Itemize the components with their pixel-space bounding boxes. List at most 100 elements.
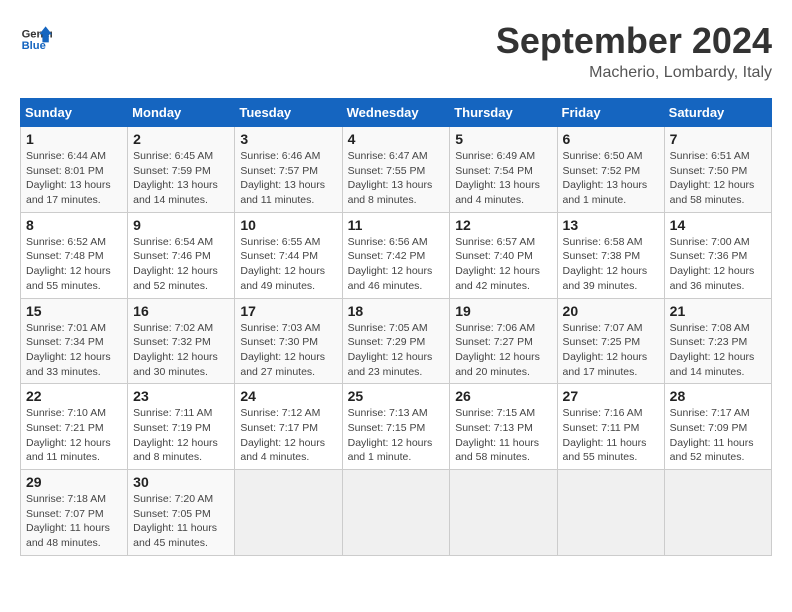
day-cell: 13 Sunrise: 6:58 AM Sunset: 7:38 PM Dayl… [557,212,664,298]
day-number: 29 [26,474,122,490]
day-cell: 20 Sunrise: 7:07 AM Sunset: 7:25 PM Dayl… [557,298,664,384]
day-number: 5 [455,131,551,147]
day-cell: 26 Sunrise: 7:15 AM Sunset: 7:13 PM Dayl… [450,384,557,470]
day-cell: 1 Sunrise: 6:44 AM Sunset: 8:01 PM Dayli… [21,127,128,213]
day-info: Sunrise: 7:15 AM Sunset: 7:13 PM Dayligh… [455,406,551,465]
day-cell: 4 Sunrise: 6:47 AM Sunset: 7:55 PM Dayli… [342,127,450,213]
day-info: Sunrise: 6:49 AM Sunset: 7:54 PM Dayligh… [455,149,551,208]
day-number: 24 [240,388,336,404]
col-wednesday: Wednesday [342,99,450,127]
day-cell: 29 Sunrise: 7:18 AM Sunset: 7:07 PM Dayl… [21,470,128,556]
day-info: Sunrise: 7:06 AM Sunset: 7:27 PM Dayligh… [455,321,551,380]
day-cell: 30 Sunrise: 7:20 AM Sunset: 7:05 PM Dayl… [128,470,235,556]
day-info: Sunrise: 6:46 AM Sunset: 7:57 PM Dayligh… [240,149,336,208]
page-header: General Blue September 2024 Macherio, Lo… [20,20,772,82]
day-number: 23 [133,388,229,404]
day-cell: 12 Sunrise: 6:57 AM Sunset: 7:40 PM Dayl… [450,212,557,298]
day-info: Sunrise: 7:16 AM Sunset: 7:11 PM Dayligh… [563,406,659,465]
calendar-row: 8 Sunrise: 6:52 AM Sunset: 7:48 PM Dayli… [21,212,772,298]
day-info: Sunrise: 7:18 AM Sunset: 7:07 PM Dayligh… [26,492,122,551]
col-friday: Friday [557,99,664,127]
day-number: 3 [240,131,336,147]
day-cell: 15 Sunrise: 7:01 AM Sunset: 7:34 PM Dayl… [21,298,128,384]
day-cell: 28 Sunrise: 7:17 AM Sunset: 7:09 PM Dayl… [664,384,771,470]
day-cell: 3 Sunrise: 6:46 AM Sunset: 7:57 PM Dayli… [235,127,342,213]
day-info: Sunrise: 7:13 AM Sunset: 7:15 PM Dayligh… [348,406,445,465]
day-number: 11 [348,217,445,233]
day-number: 30 [133,474,229,490]
day-info: Sunrise: 6:45 AM Sunset: 7:59 PM Dayligh… [133,149,229,208]
day-info: Sunrise: 7:00 AM Sunset: 7:36 PM Dayligh… [670,235,766,294]
day-cell: 5 Sunrise: 6:49 AM Sunset: 7:54 PM Dayli… [450,127,557,213]
day-cell: 6 Sunrise: 6:50 AM Sunset: 7:52 PM Dayli… [557,127,664,213]
day-number: 6 [563,131,659,147]
day-cell: 11 Sunrise: 6:56 AM Sunset: 7:42 PM Dayl… [342,212,450,298]
col-sunday: Sunday [21,99,128,127]
logo: General Blue [20,20,52,52]
day-info: Sunrise: 7:03 AM Sunset: 7:30 PM Dayligh… [240,321,336,380]
day-number: 8 [26,217,122,233]
day-number: 21 [670,303,766,319]
day-number: 28 [670,388,766,404]
day-info: Sunrise: 7:01 AM Sunset: 7:34 PM Dayligh… [26,321,122,380]
empty-cell [342,470,450,556]
empty-cell [235,470,342,556]
day-number: 1 [26,131,122,147]
empty-cell [664,470,771,556]
day-cell: 7 Sunrise: 6:51 AM Sunset: 7:50 PM Dayli… [664,127,771,213]
day-cell: 21 Sunrise: 7:08 AM Sunset: 7:23 PM Dayl… [664,298,771,384]
day-cell: 23 Sunrise: 7:11 AM Sunset: 7:19 PM Dayl… [128,384,235,470]
location: Macherio, Lombardy, Italy [496,64,772,82]
day-number: 25 [348,388,445,404]
day-info: Sunrise: 6:50 AM Sunset: 7:52 PM Dayligh… [563,149,659,208]
day-info: Sunrise: 6:54 AM Sunset: 7:46 PM Dayligh… [133,235,229,294]
col-saturday: Saturday [664,99,771,127]
day-info: Sunrise: 6:56 AM Sunset: 7:42 PM Dayligh… [348,235,445,294]
day-number: 10 [240,217,336,233]
calendar-row: 29 Sunrise: 7:18 AM Sunset: 7:07 PM Dayl… [21,470,772,556]
day-cell: 17 Sunrise: 7:03 AM Sunset: 7:30 PM Dayl… [235,298,342,384]
day-number: 22 [26,388,122,404]
day-info: Sunrise: 6:47 AM Sunset: 7:55 PM Dayligh… [348,149,445,208]
logo-icon: General Blue [20,20,52,52]
day-info: Sunrise: 6:51 AM Sunset: 7:50 PM Dayligh… [670,149,766,208]
day-cell: 8 Sunrise: 6:52 AM Sunset: 7:48 PM Dayli… [21,212,128,298]
day-cell: 25 Sunrise: 7:13 AM Sunset: 7:15 PM Dayl… [342,384,450,470]
day-info: Sunrise: 6:44 AM Sunset: 8:01 PM Dayligh… [26,149,122,208]
day-cell: 16 Sunrise: 7:02 AM Sunset: 7:32 PM Dayl… [128,298,235,384]
day-info: Sunrise: 7:17 AM Sunset: 7:09 PM Dayligh… [670,406,766,465]
day-info: Sunrise: 7:02 AM Sunset: 7:32 PM Dayligh… [133,321,229,380]
day-info: Sunrise: 7:10 AM Sunset: 7:21 PM Dayligh… [26,406,122,465]
svg-text:Blue: Blue [22,40,46,52]
header-row: Sunday Monday Tuesday Wednesday Thursday… [21,99,772,127]
day-info: Sunrise: 7:11 AM Sunset: 7:19 PM Dayligh… [133,406,229,465]
calendar-row: 15 Sunrise: 7:01 AM Sunset: 7:34 PM Dayl… [21,298,772,384]
day-cell: 18 Sunrise: 7:05 AM Sunset: 7:29 PM Dayl… [342,298,450,384]
day-info: Sunrise: 6:57 AM Sunset: 7:40 PM Dayligh… [455,235,551,294]
day-info: Sunrise: 7:07 AM Sunset: 7:25 PM Dayligh… [563,321,659,380]
day-cell: 10 Sunrise: 6:55 AM Sunset: 7:44 PM Dayl… [235,212,342,298]
day-number: 20 [563,303,659,319]
calendar-row: 22 Sunrise: 7:10 AM Sunset: 7:21 PM Dayl… [21,384,772,470]
empty-cell [450,470,557,556]
day-info: Sunrise: 6:58 AM Sunset: 7:38 PM Dayligh… [563,235,659,294]
day-number: 19 [455,303,551,319]
day-info: Sunrise: 7:20 AM Sunset: 7:05 PM Dayligh… [133,492,229,551]
day-info: Sunrise: 7:05 AM Sunset: 7:29 PM Dayligh… [348,321,445,380]
day-cell: 19 Sunrise: 7:06 AM Sunset: 7:27 PM Dayl… [450,298,557,384]
day-number: 16 [133,303,229,319]
day-number: 4 [348,131,445,147]
day-cell: 14 Sunrise: 7:00 AM Sunset: 7:36 PM Dayl… [664,212,771,298]
day-cell: 22 Sunrise: 7:10 AM Sunset: 7:21 PM Dayl… [21,384,128,470]
day-number: 15 [26,303,122,319]
calendar-table: Sunday Monday Tuesday Wednesday Thursday… [20,98,772,556]
col-tuesday: Tuesday [235,99,342,127]
col-monday: Monday [128,99,235,127]
empty-cell [557,470,664,556]
day-info: Sunrise: 6:52 AM Sunset: 7:48 PM Dayligh… [26,235,122,294]
month-title: September 2024 [496,20,772,62]
day-number: 2 [133,131,229,147]
day-number: 17 [240,303,336,319]
day-number: 18 [348,303,445,319]
col-thursday: Thursday [450,99,557,127]
